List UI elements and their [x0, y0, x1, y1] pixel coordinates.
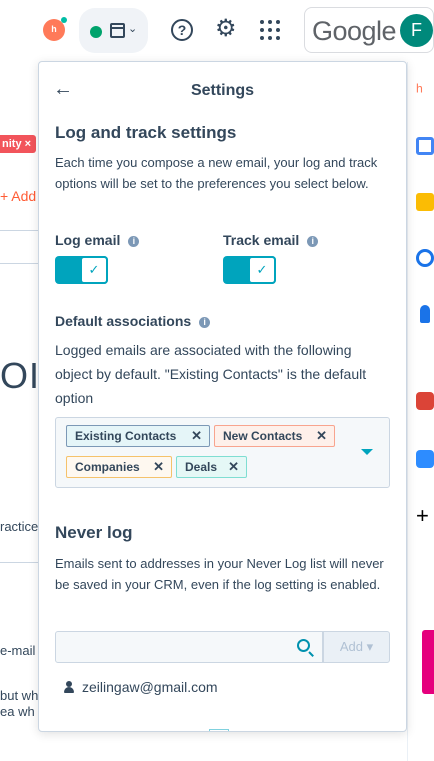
add-addon-icon[interactable]: +	[416, 503, 429, 529]
google-contacts-icon[interactable]	[420, 305, 430, 323]
track-email-toggle[interactable]: ✓	[223, 256, 276, 284]
log-track-description: Each time you compose a new email, your …	[55, 155, 378, 191]
associations-multiselect[interactable]: Existing Contacts ✕ New Contacts ✕ Compani…	[55, 417, 390, 488]
never-log-heading: Never log	[55, 523, 133, 542]
google-calendar-icon[interactable]	[416, 137, 434, 155]
never-log-description: Emails sent to addresses in your Never L…	[55, 556, 384, 592]
dropdown-caret-icon[interactable]	[361, 449, 373, 455]
top-navigation-bar: ʰ ⌄ ? ⚙ Google F	[0, 0, 434, 62]
log-email-toggle[interactable]: ✓	[55, 256, 108, 284]
close-icon[interactable]: ✕	[228, 457, 239, 477]
avatar[interactable]: F	[400, 14, 433, 47]
settings-panel: ← Settings Log and track settings Each t…	[38, 61, 407, 732]
never-log-search	[55, 631, 323, 663]
background-divider	[0, 230, 38, 231]
google-tasks-icon[interactable]	[416, 249, 434, 267]
chip-label: Companies	[75, 460, 140, 474]
info-icon[interactable]: i	[128, 236, 140, 247]
never-log-email: zeilingaw@gmail.com	[82, 679, 218, 695]
page-title: Settings	[190, 82, 255, 99]
scroll-indicator	[209, 729, 229, 731]
add-button-label: Add	[339, 639, 363, 654]
zoom-icon[interactable]	[416, 450, 434, 468]
chip-label: Deals	[185, 460, 218, 474]
associations-heading: Default associations i	[55, 313, 211, 329]
hubspot-icon[interactable]: ʰ	[416, 82, 434, 100]
background-tag: nity ×	[0, 135, 36, 153]
add-button[interactable]: Add ▾	[323, 631, 390, 663]
google-account-box[interactable]: Google F	[304, 7, 434, 53]
background-heading-fragment: OI	[0, 355, 41, 396]
info-icon[interactable]: i	[199, 317, 211, 328]
google-keep-icon[interactable]	[416, 193, 434, 211]
gear-icon[interactable]: ⚙	[215, 17, 239, 41]
help-icon[interactable]: ?	[171, 19, 193, 41]
panel-header: ← Settings	[39, 62, 406, 118]
calendar-icon	[110, 23, 125, 38]
chip-deals: Deals ✕	[176, 456, 247, 478]
person-icon	[64, 681, 74, 693]
list-item: zeilingaw@gmail.com	[64, 679, 218, 695]
log-email-label: Log email i	[55, 232, 140, 248]
background-text-fragment: e-mail	[0, 643, 36, 658]
close-icon[interactable]: ✕	[153, 457, 164, 477]
search-icon[interactable]	[297, 639, 310, 652]
log-track-heading: Log and track settings	[55, 123, 237, 142]
log-email-label-text: Log email	[55, 232, 121, 248]
chevron-down-icon: ⌄	[128, 23, 138, 35]
background-divider	[0, 562, 38, 563]
never-log-search-input[interactable]	[56, 632, 286, 662]
chip-label: New Contacts	[223, 429, 303, 443]
background-divider	[0, 263, 38, 264]
side-tab-icon[interactable]	[422, 630, 434, 694]
chip-label: Existing Contacts	[75, 429, 177, 443]
close-icon[interactable]: ✕	[191, 426, 202, 446]
info-icon[interactable]: i	[307, 236, 319, 247]
chip-existing-contacts: Existing Contacts ✕	[66, 425, 210, 447]
check-icon: ✓	[80, 256, 108, 284]
online-status-icon	[90, 26, 102, 38]
track-email-label: Track email i	[223, 232, 319, 248]
calendar-status-dropdown[interactable]: ⌄	[79, 8, 148, 53]
background-text-fragment: but wh	[0, 688, 39, 703]
background-add-link[interactable]: + Add	[0, 188, 36, 204]
check-icon: ✓	[248, 256, 276, 284]
google-logo: Google	[312, 16, 397, 46]
apps-grid-icon[interactable]	[260, 20, 280, 40]
associations-description: Logged emails are associated with the fo…	[55, 342, 367, 406]
associations-heading-text: Default associations	[55, 313, 192, 329]
todoist-icon[interactable]	[416, 392, 434, 410]
hubspot-sprocket-icon[interactable]: ʰ	[43, 17, 67, 41]
background-text-fragment: ea wh	[0, 704, 35, 719]
close-icon[interactable]: ✕	[316, 426, 327, 446]
track-email-label-text: Track email	[223, 232, 300, 248]
chip-companies: Companies ✕	[66, 456, 172, 478]
chip-new-contacts: New Contacts ✕	[214, 425, 335, 447]
